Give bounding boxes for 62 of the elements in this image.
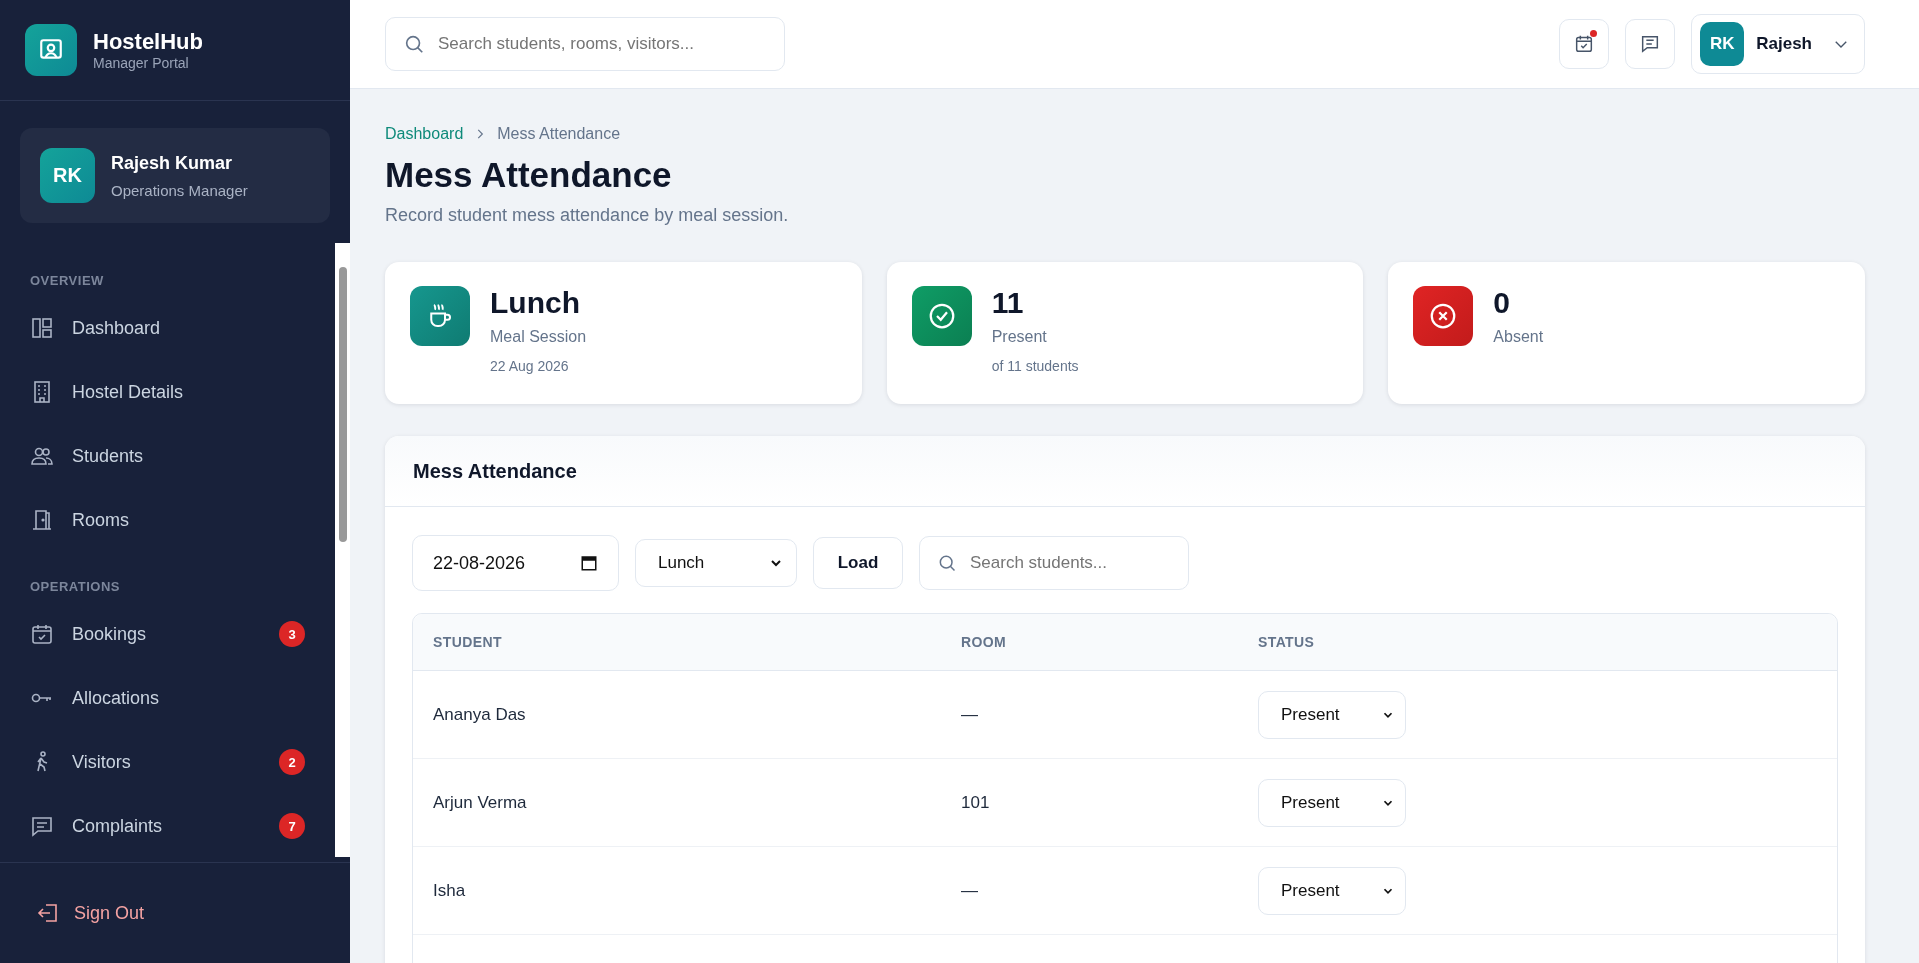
stat-label: Present: [991, 328, 1048, 346]
status-dropdown[interactable]: Present: [1258, 778, 1406, 827]
nav-item[interactable]: Dashboard: [0, 296, 335, 360]
nav-section-title: OPERATIONS: [29, 578, 121, 596]
calendar-icon: [30, 622, 54, 646]
brand-name: HostelHub: [93, 29, 203, 55]
student-cell-text: Isha: [433, 880, 467, 901]
stat-value: 11: [991, 286, 1025, 320]
calendar-icon: [580, 554, 598, 572]
calendar-button[interactable]: [1559, 19, 1610, 69]
nav-item[interactable]: Complaints 7: [0, 794, 335, 858]
stat-note: of 11 students: [991, 358, 1079, 374]
search-field[interactable]: Search students...: [919, 536, 1189, 590]
room-cell-text: 101: [961, 792, 991, 813]
room-cell-text: —: [961, 880, 979, 901]
stat-label: Absent: [1493, 328, 1544, 346]
nav-section-title: OVERVIEW: [29, 272, 105, 290]
stat-value: Lunch: [490, 286, 581, 320]
door-icon: [30, 508, 54, 532]
stat-note: 22 Aug 2026: [490, 358, 570, 374]
nav-item[interactable]: Visitors 2: [0, 730, 335, 794]
page-title: Mess Attendance: [385, 155, 673, 195]
search-field[interactable]: Search students, rooms, visitors...: [385, 17, 785, 71]
nav-item[interactable]: Allocations: [0, 666, 335, 730]
column-header: ROOM: [961, 634, 1008, 650]
user-menu-button[interactable]: RK Rajesh: [1691, 14, 1865, 74]
messages-button[interactable]: [1625, 19, 1676, 69]
stat-value: 0: [1493, 286, 1511, 320]
profile-name: Rajesh Kumar: [111, 152, 234, 174]
date-field[interactable]: 22-08-2026: [412, 535, 619, 591]
avatar: RK: [1700, 22, 1745, 66]
column-header: STATUS: [1258, 634, 1316, 650]
cup-icon: [410, 286, 470, 346]
load-button[interactable]: Load: [813, 537, 903, 589]
count-badge: 2: [279, 749, 305, 775]
brand-subtitle: Manager Portal: [93, 55, 190, 71]
panel-title: Mess Attendance: [413, 459, 577, 483]
session-dropdown[interactable]: Lunch: [635, 539, 797, 587]
room-cell-text: —: [961, 704, 979, 725]
user-name: Rajesh: [1756, 34, 1812, 54]
nav-item[interactable]: Hostel Details: [0, 360, 335, 424]
column-header: STUDENT: [433, 634, 503, 650]
stat-label: Meal Session: [490, 328, 587, 346]
count-badge: 3: [279, 621, 305, 647]
scrollbar[interactable]: [335, 243, 350, 857]
nav-item[interactable]: Bookings 3: [0, 602, 335, 666]
dashboard-icon: [30, 316, 54, 340]
student-cell-text: Ananya Das: [433, 704, 527, 725]
nav-item[interactable]: Students: [0, 424, 335, 488]
status-dropdown[interactable]: Present: [1258, 690, 1406, 739]
status-dropdown[interactable]: Present: [1258, 866, 1406, 915]
page-subtitle: Record student mess attendance by meal session.: [385, 205, 790, 226]
count-badge: 7: [279, 813, 305, 839]
student-cell-text: Arjun Verma: [433, 792, 528, 813]
breadcrumb-current: Mess Attendance: [497, 125, 621, 143]
breadcrumb-link[interactable]: Dashboard: [385, 125, 464, 143]
nav-item[interactable]: Rooms: [0, 488, 335, 552]
chat-icon: [30, 814, 54, 838]
logo-icon: [25, 24, 77, 76]
logout-icon: [36, 901, 60, 925]
profile-role: Operations Manager: [111, 181, 248, 199]
avatar: RK: [40, 148, 95, 203]
